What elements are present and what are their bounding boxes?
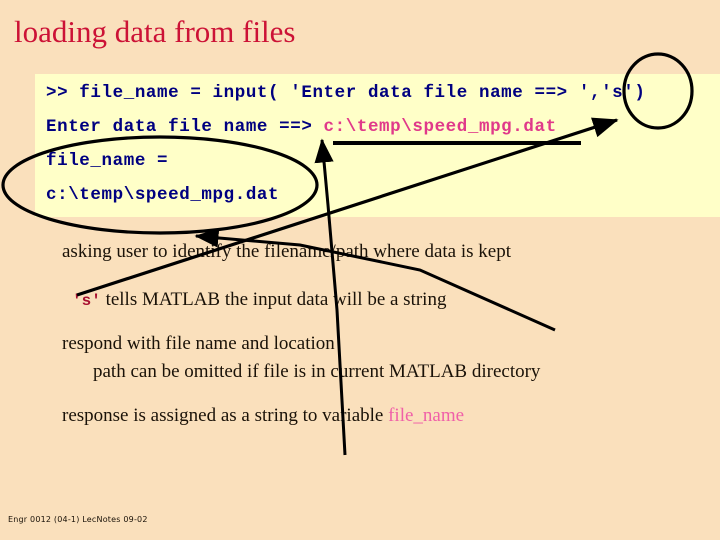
prompt-echo-text: Enter data file name ==> bbox=[46, 117, 324, 137]
bullet-item-1: asking user to identify the filename/pat… bbox=[62, 241, 511, 262]
slide-canvas: loading data from files >> file_name = i… bbox=[0, 0, 720, 540]
matlab-console-block: >> file_name = input( 'Enter data file n… bbox=[35, 74, 720, 217]
bullet-item-2-text: tells MATLAB the input data will be a st… bbox=[100, 289, 447, 310]
bullet-item-2: 's' tells MATLAB the input data will be … bbox=[72, 288, 446, 313]
console-variable-name-line: file_name = bbox=[46, 151, 169, 171]
console-variable-value-line: c:\temp\speed_mpg.dat bbox=[46, 185, 280, 205]
slide-footer: Engr 0012 (04-1) LecNotes 09-02 bbox=[8, 515, 148, 524]
bullet-item-5-text: response is assigned as a string to vari… bbox=[62, 405, 389, 426]
bullet-item-3: respond with file name and location bbox=[62, 333, 335, 354]
bullet-item-4: path can be omitted if file is in curren… bbox=[93, 361, 541, 382]
console-command-line: >> file_name = input( 'Enter data file n… bbox=[46, 83, 646, 103]
typed-file-path: c:\temp\speed_mpg.dat bbox=[323, 117, 557, 137]
console-prompt-echo-line: Enter data file name ==> c:\temp\speed_m… bbox=[46, 117, 557, 137]
page-title: loading data from files bbox=[14, 14, 296, 49]
typed-response-underline bbox=[333, 141, 581, 145]
bullet-item-5: response is assigned as a string to vari… bbox=[62, 404, 464, 428]
variable-name-highlight: file_name bbox=[388, 405, 465, 426]
string-flag-code: 's' bbox=[72, 292, 101, 310]
